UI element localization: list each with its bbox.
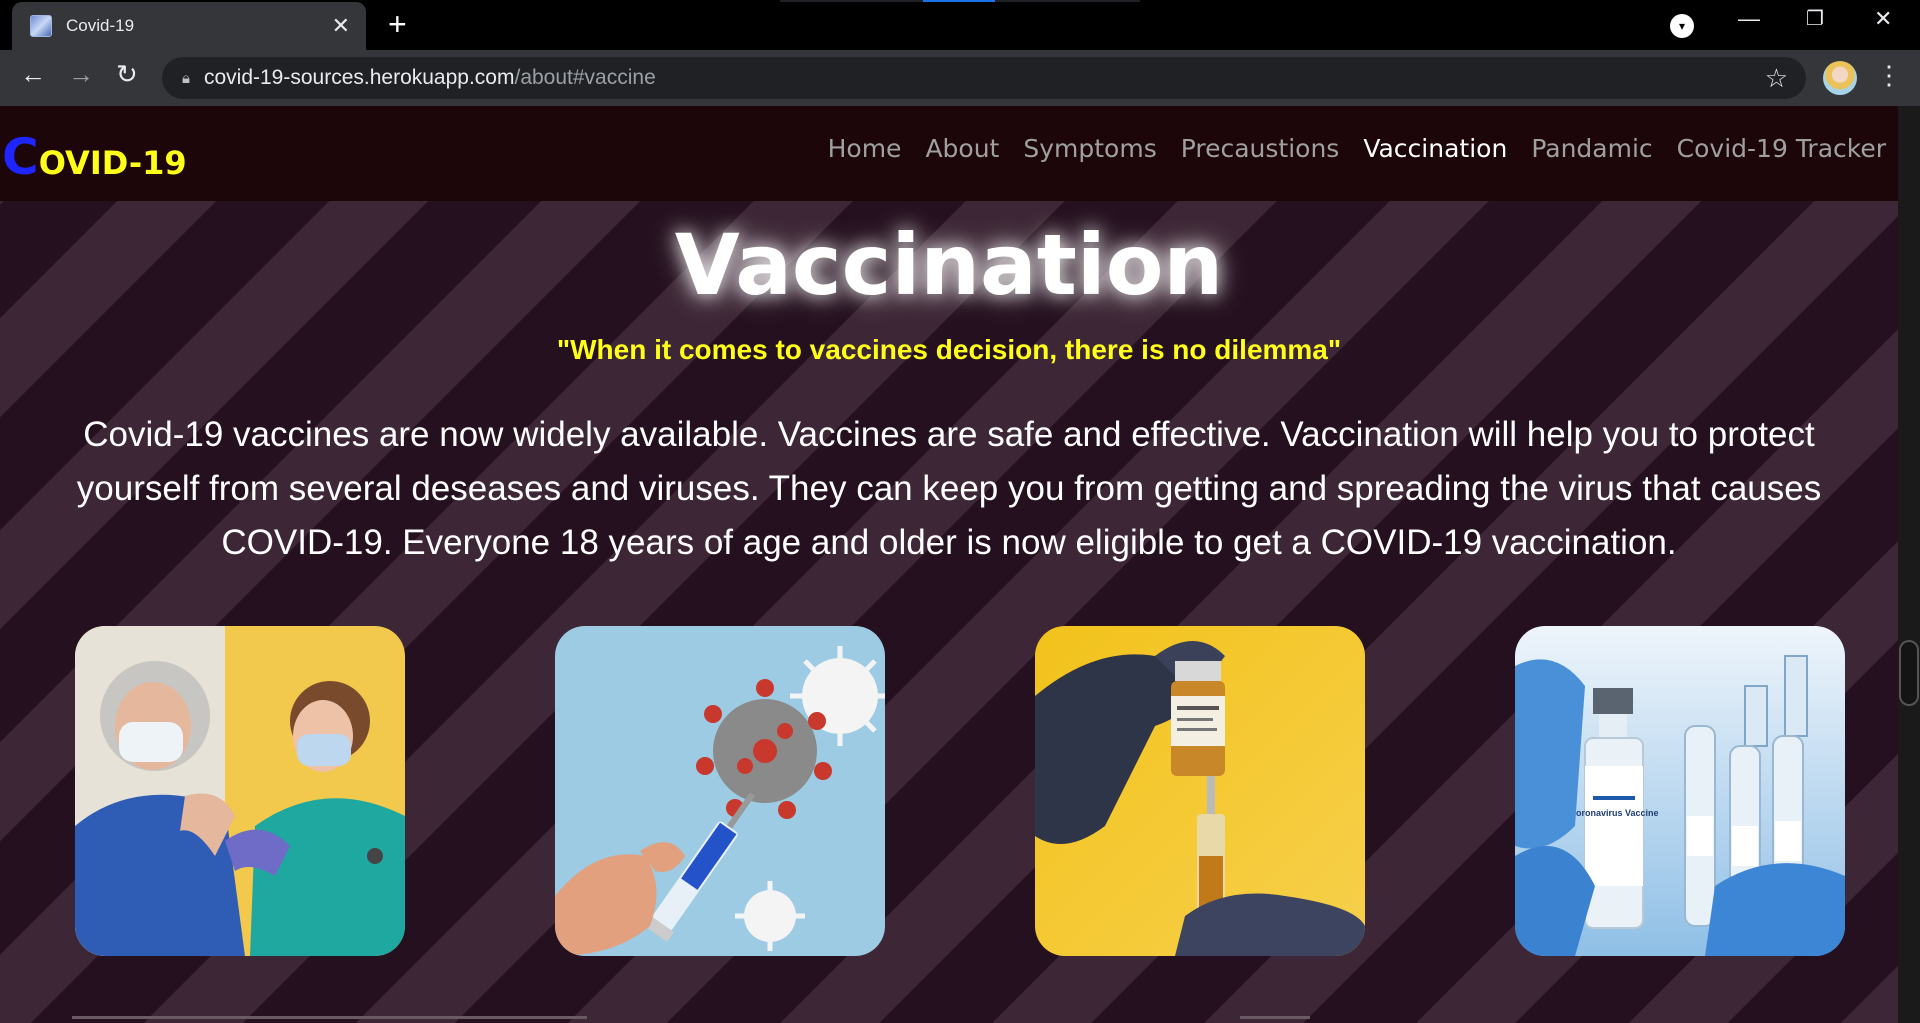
page-scrollbar[interactable]	[1898, 106, 1920, 1023]
site-logo[interactable]: COVID-19	[2, 128, 187, 186]
logo-initial: C	[2, 128, 39, 186]
nav-home[interactable]: Home	[828, 134, 902, 163]
nav-precaustions[interactable]: Precaustions	[1181, 134, 1340, 163]
tab-search-icon[interactable]: ▾	[1670, 14, 1694, 38]
section-quote: "When it comes to vaccines decision, the…	[556, 334, 1342, 365]
browser-toolbar: ← → ↻ 🔒︎ covid-19-sources.herokuapp.com/…	[0, 50, 1920, 106]
tab-strip-indicator	[923, 0, 995, 2]
browser-tab-bar: Covid-19 ✕ + ▾ — ❐ ✕	[0, 0, 1920, 50]
vial-label-text: Coronavirus Vaccine	[1569, 808, 1658, 818]
vaccine-vials-image: Coronavirus Vaccine	[1515, 626, 1845, 956]
back-icon[interactable]: ←	[20, 61, 46, 87]
restore-icon[interactable]: ❐	[1806, 6, 1824, 31]
tab-title: Covid-19	[66, 16, 135, 35]
section-title: Vaccination	[674, 216, 1224, 314]
browser-menu-icon[interactable]: ⋮	[1876, 62, 1902, 88]
profile-avatar[interactable]	[1823, 61, 1857, 95]
close-window-icon[interactable]: ✕	[1874, 6, 1892, 32]
divider-line	[1240, 1016, 1310, 1019]
minimize-icon[interactable]: —	[1738, 6, 1760, 32]
url-host: covid-19-sources.herokuapp.com	[203, 66, 515, 89]
forward-icon[interactable]: →	[68, 61, 94, 87]
nurse-vaccinating-image	[75, 626, 405, 956]
url-text: covid-19-sources.herokuapp.com/about#vac…	[204, 66, 656, 90]
nav-about[interactable]: About	[925, 134, 999, 163]
syringe-virus-image	[555, 626, 885, 956]
page-content: COVID-19 Home About Symptoms Precaustion…	[0, 106, 1898, 1023]
scrollbar-thumb[interactable]	[1899, 640, 1919, 706]
nav-vaccination[interactable]: Vaccination	[1363, 134, 1507, 163]
section-paragraph: Covid-19 vaccines are now widely availab…	[76, 415, 1822, 562]
favicon-icon	[30, 15, 52, 37]
bookmark-star-icon[interactable]: ☆	[1765, 63, 1788, 94]
new-tab-icon[interactable]: +	[388, 8, 407, 40]
site-menu: Home About Symptoms Precaustions Vaccina…	[804, 134, 1886, 163]
site-navbar: COVID-19 Home About Symptoms Precaustion…	[0, 106, 1898, 201]
logo-text: OVID-19	[38, 144, 187, 182]
nav-symptoms[interactable]: Symptoms	[1023, 134, 1156, 163]
divider-line	[72, 1016, 587, 1019]
reload-icon[interactable]: ↻	[116, 61, 138, 87]
nav-pandamic[interactable]: Pandamic	[1531, 134, 1652, 163]
lock-icon: 🔒︎	[182, 69, 190, 87]
close-tab-icon[interactable]: ✕	[332, 15, 350, 37]
url-path: /about#vaccine	[514, 66, 656, 89]
browser-tab[interactable]: Covid-19 ✕	[12, 2, 366, 50]
gloved-hands-syringe-image	[1035, 626, 1365, 956]
nav-tracker[interactable]: Covid-19 Tracker	[1677, 134, 1886, 163]
address-bar[interactable]: 🔒︎ covid-19-sources.herokuapp.com/about#…	[162, 57, 1806, 99]
